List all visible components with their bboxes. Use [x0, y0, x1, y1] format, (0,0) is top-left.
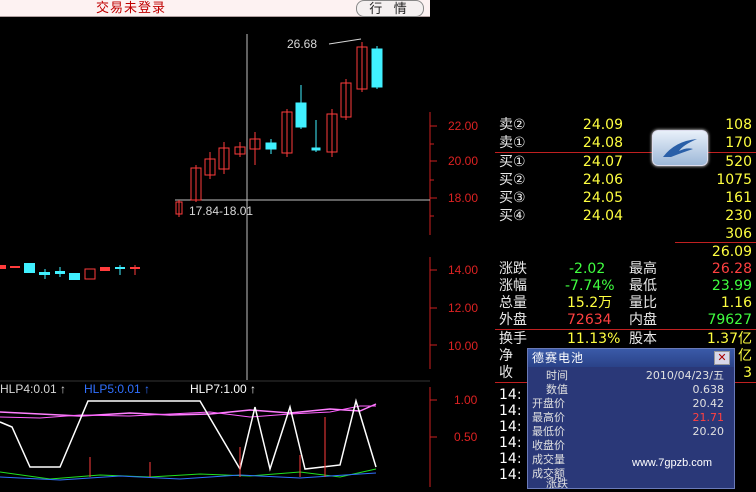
- popup-label: 最高价: [532, 411, 565, 424]
- order-row[interactable]: 买① 24.07 520: [495, 153, 756, 172]
- popup-row: 数值 0.638: [528, 383, 728, 397]
- order-label: 买①: [499, 154, 526, 170]
- high-price-arrow: [328, 38, 362, 45]
- crosshair-range-label: 17.84-18.01: [189, 204, 253, 218]
- candle-down: [311, 147, 321, 151]
- order-label: 买③: [499, 190, 526, 206]
- close-icon[interactable]: ✕: [714, 351, 730, 365]
- indicator-axis-label: 1.00: [454, 393, 478, 407]
- candle-down: [265, 142, 277, 150]
- order-volume: 170: [725, 135, 752, 151]
- popup-value: 2010/04/23/五: [645, 369, 724, 382]
- order-volume: 161: [725, 190, 752, 206]
- popup-label: 收盘价: [532, 439, 565, 452]
- indicator-axis-label: 0.50: [454, 430, 478, 444]
- order-row[interactable]: 卖② 24.09 108: [495, 116, 756, 135]
- swallow-icon: [663, 139, 697, 157]
- top-toolbar: 交易未登录 行 情: [0, 0, 430, 17]
- popup-row: 开盘价 20.42: [528, 397, 728, 411]
- order-volume: 520: [725, 154, 752, 170]
- popup-value: 20.42: [692, 397, 725, 410]
- order-label: 卖①: [499, 135, 526, 151]
- candles: [175, 42, 383, 217]
- outer-label: 外盘: [499, 312, 527, 328]
- income-label: 收: [499, 365, 513, 381]
- indicator-lines: [0, 398, 377, 481]
- high-price-label: 26.68: [287, 37, 317, 51]
- order-label: 买④: [499, 208, 526, 224]
- order-row[interactable]: 买④ 24.04 230: [495, 207, 756, 226]
- tick-time: 14:: [499, 467, 522, 483]
- popup-label: 开盘价: [532, 397, 565, 410]
- app-logo-button[interactable]: [652, 130, 708, 166]
- inner-label: 内盘: [629, 312, 657, 328]
- order-row[interactable]: 买② 24.06 1075: [495, 171, 756, 190]
- order-price: 24.07: [582, 154, 623, 170]
- price-axis-label: 18.00: [448, 191, 478, 205]
- popup-row: 最高价 21.71: [528, 411, 728, 425]
- popup-row: 时间 2010/04/23/五: [528, 369, 728, 383]
- order-label: 卖②: [499, 117, 526, 133]
- kline-chart[interactable]: 22.00 20.00 18.00 17.84-18.01 26.68 14.0…: [0, 17, 495, 487]
- popup-label: 最低价: [532, 425, 565, 438]
- price-axis-label: 22.00: [448, 119, 478, 133]
- order-price: 24.05: [582, 190, 623, 206]
- order-volume: 1075: [716, 172, 752, 188]
- indicator-legend-hlp5: HLP5:0.01 ↑: [84, 382, 150, 396]
- order-volume: 230: [725, 208, 752, 224]
- indicator-legend-hlp4: HLP4:0.01 ↑: [0, 382, 66, 396]
- popup-value: 20.20: [692, 425, 725, 438]
- volume-axis-label: 12.00: [448, 301, 478, 315]
- order-price: 24.06: [582, 172, 623, 188]
- popup-row: 涨跌: [528, 477, 728, 491]
- candle-down: [295, 102, 307, 128]
- volume-axis-label: 10.00: [448, 339, 478, 353]
- login-status[interactable]: 交易未登录: [96, 0, 166, 16]
- quote-button[interactable]: 行 情: [356, 0, 424, 17]
- outer-value: 72634: [567, 312, 612, 328]
- order-volume: 108: [725, 117, 752, 133]
- order-price: 24.09: [582, 117, 623, 133]
- price-axis-label: 20.00: [448, 154, 478, 168]
- kline-chart-svg[interactable]: 22.00 20.00 18.00 17.84-18.01 26.68 14.0…: [0, 17, 495, 487]
- candle-down: [371, 48, 383, 88]
- income-value: 3: [743, 365, 752, 381]
- popup-label: 数值: [546, 383, 568, 396]
- popup-row: 最低价 20.20: [528, 425, 728, 439]
- popup-label: 成交量: [532, 453, 565, 466]
- popup-label: 时间: [546, 369, 568, 382]
- price-axis-ticks: [430, 125, 437, 217]
- quote-row: 外盘 72634 内盘 79627: [495, 311, 756, 330]
- order-row[interactable]: 卖① 24.08 170: [495, 134, 756, 153]
- mini-candles: [0, 263, 140, 280]
- watermark: www.7gpzb.com: [632, 457, 713, 469]
- indicator-legend-hlp7: HLP7:1.00 ↑: [190, 382, 256, 396]
- order-label: 买②: [499, 172, 526, 188]
- volume-axis-label: 14.00: [448, 263, 478, 277]
- popup-value: 0.638: [692, 383, 725, 396]
- order-price: 24.04: [582, 208, 623, 224]
- popup-label: 涨跌: [546, 477, 568, 490]
- popup-title[interactable]: 德赛电池: [528, 349, 734, 367]
- order-row[interactable]: 买③ 24.05 161: [495, 189, 756, 208]
- inner-value: 79627: [707, 312, 752, 328]
- popup-value: 21.71: [692, 411, 725, 424]
- popup-row: 收盘价: [528, 439, 728, 453]
- volume-axis-ticks: [430, 269, 437, 346]
- order-price: 24.08: [582, 135, 623, 151]
